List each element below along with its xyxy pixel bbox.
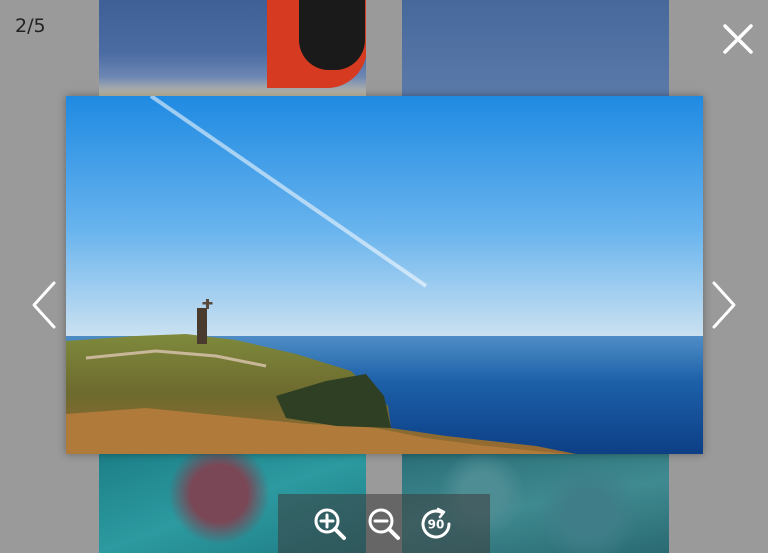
zoom-out-icon [368,508,400,540]
chevron-left-icon [32,281,56,329]
zoom-out-button[interactable] [364,504,404,544]
next-image-button[interactable] [706,275,742,335]
image-toolbar: 90 [278,494,490,553]
current-image [66,96,703,454]
gallery-thumbnail-sky [402,0,669,96]
gallery-thumbnail-airplane [99,0,366,96]
zoom-in-icon [314,508,346,540]
image-counter: 2/5 [15,15,46,37]
coastal-cliff-photo [66,96,703,454]
airplane-propeller [299,0,365,70]
rotate-button[interactable]: 90 [416,504,456,544]
previous-image-button[interactable] [26,275,62,335]
chevron-right-icon [712,281,736,329]
rotate-angle-label: 90 [428,518,445,532]
zoom-in-button[interactable] [310,504,350,544]
close-button[interactable] [719,20,757,58]
rotate-icon: 90 [421,507,451,539]
close-icon [723,24,753,54]
